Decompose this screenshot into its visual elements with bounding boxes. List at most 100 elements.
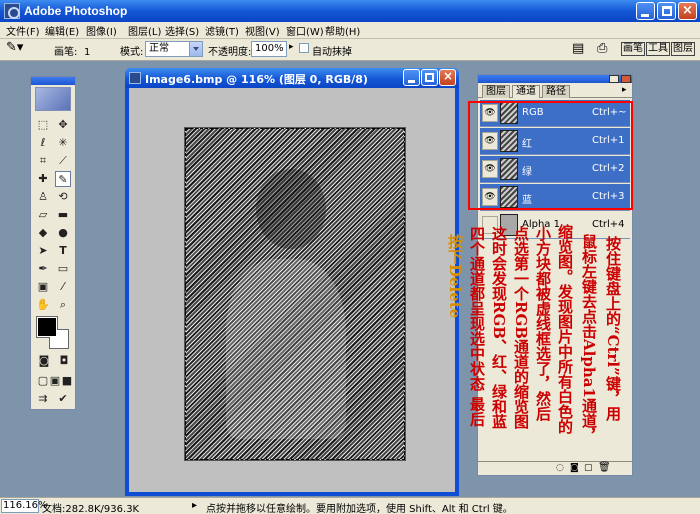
jump-to-imageready-icon[interactable]: ⇉ bbox=[35, 391, 51, 407]
lasso-icon[interactable]: ℓ bbox=[35, 135, 51, 151]
options-bar: ✎▾ 画笔: 1 模式: 正常 不透明度: 100% ▸ 自动抹掉 ▤ ⎙ 画笔… bbox=[0, 39, 700, 61]
doc-minimize-button[interactable] bbox=[403, 69, 420, 86]
panel-menu-arrow-icon[interactable]: ▸ bbox=[622, 85, 627, 95]
document-image[interactable] bbox=[184, 127, 406, 461]
photoshop-logo-icon bbox=[4, 3, 20, 19]
magic-wand-icon[interactable]: ✳ bbox=[55, 135, 71, 151]
doc-close-button[interactable]: × bbox=[439, 69, 456, 86]
document-icon bbox=[129, 72, 141, 84]
mode-select[interactable]: 正常 bbox=[145, 41, 203, 57]
palette-well-tools[interactable]: 工具 bbox=[646, 42, 670, 56]
quickmask-mode-icon[interactable]: ◘ bbox=[55, 353, 73, 369]
opacity-label: 不透明度: bbox=[208, 47, 252, 58]
doc-maximize-button[interactable] bbox=[421, 69, 438, 86]
toolbox-header[interactable] bbox=[31, 77, 75, 85]
status-bar: 116.16% 文档:282.8K/936.3K ▸ 点按并拖移以任意绘制。要用… bbox=[0, 497, 700, 514]
trash-icon[interactable]: 🗑 bbox=[598, 462, 611, 473]
annotation-column-5: 点选第一个RGB通道的缩览图 bbox=[512, 226, 530, 429]
zoom-icon[interactable]: ⌕ bbox=[55, 297, 71, 313]
autoerase-label: 自动抹掉 bbox=[312, 47, 352, 58]
printer-icon[interactable]: ⎙ bbox=[597, 41, 607, 56]
menu-window[interactable]: 窗口(W) bbox=[286, 23, 324, 38]
status-arrow-icon[interactable]: ▸ bbox=[192, 500, 197, 511]
healing-icon[interactable]: ✚ bbox=[35, 171, 51, 187]
annotation-column-6: 这时会发现RGB、红、绿和蓝 bbox=[490, 226, 508, 429]
pencil-icon[interactable]: ✎ bbox=[55, 171, 71, 187]
load-selection-icon[interactable]: ◌ bbox=[556, 463, 564, 473]
save-selection-icon[interactable]: ◙ bbox=[570, 463, 579, 473]
channel-highlight-box bbox=[468, 101, 633, 210]
pencil-preset-icon[interactable]: ✎▾ bbox=[6, 40, 23, 55]
notes-icon[interactable]: ▣ bbox=[35, 279, 51, 295]
new-channel-icon[interactable]: ▢ bbox=[584, 463, 593, 473]
slice-icon[interactable]: ⟋ bbox=[55, 153, 71, 169]
eyedropper-icon[interactable]: ⁄ bbox=[55, 279, 71, 295]
annotation-column-2: 鼠标左键去点击Alpha1通道， bbox=[580, 234, 598, 443]
menu-image[interactable]: 图像(I) bbox=[86, 23, 117, 38]
canvas-area[interactable] bbox=[129, 88, 455, 492]
menu-file[interactable]: 文件(F) bbox=[6, 23, 40, 38]
gradient-icon[interactable]: ▬ bbox=[55, 207, 71, 223]
photoshop-feather-icon[interactable] bbox=[35, 87, 71, 111]
palette-well-layers[interactable]: 图层 bbox=[671, 42, 695, 56]
standard-mode-icon[interactable]: ◙ bbox=[35, 353, 53, 369]
document-window: Image6.bmp @ 116% (图层 0, RGB/8) × bbox=[125, 68, 459, 496]
autoerase-checkbox[interactable] bbox=[299, 43, 309, 53]
app-title-bar: Adobe Photoshop × bbox=[0, 0, 700, 22]
history-brush-icon[interactable]: ⟲ bbox=[55, 189, 71, 205]
status-tip: 点按并拖移以任意绘制。要用附加选项，使用 Shift、Alt 和 Ctrl 键。 bbox=[206, 504, 513, 514]
close-button[interactable]: × bbox=[678, 2, 697, 20]
stamp-icon[interactable]: ♙ bbox=[35, 189, 51, 205]
opacity-field[interactable]: 100% bbox=[251, 41, 287, 57]
channel-shortcut: Ctrl+4 bbox=[592, 219, 625, 230]
panel-minimize-button[interactable] bbox=[609, 75, 619, 83]
document-title-bar[interactable]: Image6.bmp @ 116% (图层 0, RGB/8) × bbox=[125, 68, 459, 88]
maximize-button[interactable] bbox=[657, 2, 676, 20]
hand-icon[interactable]: ✋ bbox=[35, 297, 51, 313]
shape-icon[interactable]: ▭ bbox=[55, 261, 71, 277]
tab-channels[interactable]: 通道 bbox=[512, 85, 540, 98]
annotation-column-4: 小方块都被虚线框选了，然后 bbox=[534, 226, 552, 421]
panel-close-button[interactable] bbox=[621, 75, 631, 83]
menu-edit[interactable]: 编辑(E) bbox=[45, 23, 79, 38]
menu-view[interactable]: 视图(V) bbox=[245, 23, 280, 38]
document-title: Image6.bmp @ 116% (图层 0, RGB/8) bbox=[145, 73, 368, 86]
path-select-icon[interactable]: ➤ bbox=[35, 243, 51, 259]
brush-size[interactable]: 1 bbox=[84, 47, 90, 58]
annotation-column-delete: 按下Delete bbox=[446, 234, 464, 319]
file-browser-icon[interactable]: ▤ bbox=[572, 41, 584, 56]
screen-mode-full-icon[interactable]: ■ bbox=[59, 373, 75, 389]
tab-paths[interactable]: 路径 bbox=[542, 85, 570, 98]
panel-tabs: 图层 通道 路径 ▸ bbox=[478, 84, 632, 98]
blur-icon[interactable]: ◆ bbox=[35, 225, 51, 241]
minimize-button[interactable] bbox=[636, 2, 655, 20]
marquee-icon[interactable]: ⬚ bbox=[35, 117, 51, 133]
doc-size: 文档:282.8K/936.3K bbox=[42, 504, 140, 514]
menu-help[interactable]: 帮助(H) bbox=[325, 23, 360, 38]
chevron-down-icon bbox=[189, 42, 202, 56]
menu-select[interactable]: 选择(S) bbox=[165, 23, 199, 38]
zoom-field[interactable]: 116.16% bbox=[1, 499, 48, 513]
imageready-icon[interactable]: ✔ bbox=[55, 391, 71, 407]
annotation-column-1: 按住键盘上的“Ctrl”键，用 bbox=[604, 236, 622, 421]
opacity-slider-arrow-icon[interactable]: ▸ bbox=[289, 42, 294, 52]
type-icon[interactable]: T bbox=[55, 243, 71, 259]
app-title: Adobe Photoshop bbox=[24, 4, 128, 18]
pen-icon[interactable]: ✒ bbox=[35, 261, 51, 277]
panel-header[interactable] bbox=[478, 75, 632, 83]
tab-layers[interactable]: 图层 bbox=[482, 85, 510, 98]
foreground-color-front[interactable] bbox=[37, 317, 57, 337]
menu-layer[interactable]: 图层(L) bbox=[128, 23, 161, 38]
toolbox: ⬚ ✥ ℓ ✳ ⌗ ⟋ ✚ ✎ ♙ ⟲ ▱ ▬ ◆ ● ➤ T ✒ ▭ ▣ ⁄ … bbox=[30, 76, 76, 410]
mode-label: 模式: bbox=[120, 47, 144, 58]
crop-icon[interactable]: ⌗ bbox=[35, 153, 51, 169]
brush-label: 画笔: bbox=[54, 47, 78, 58]
annotation-column-7: 四个通道都呈现选中状态 最后 bbox=[468, 226, 486, 427]
eraser-icon[interactable]: ▱ bbox=[35, 207, 51, 223]
menu-bar: 文件(F) 编辑(E) 图像(I) 图层(L) 选择(S) 滤镜(T) 视图(V… bbox=[0, 22, 700, 39]
move-icon[interactable]: ✥ bbox=[55, 117, 71, 133]
panel-bottom-bar: ◌ ◙ ▢ 🗑 bbox=[478, 461, 632, 475]
palette-well-brushes[interactable]: 画笔 bbox=[621, 42, 645, 56]
menu-filter[interactable]: 滤镜(T) bbox=[205, 23, 239, 38]
dodge-icon[interactable]: ● bbox=[55, 225, 71, 241]
